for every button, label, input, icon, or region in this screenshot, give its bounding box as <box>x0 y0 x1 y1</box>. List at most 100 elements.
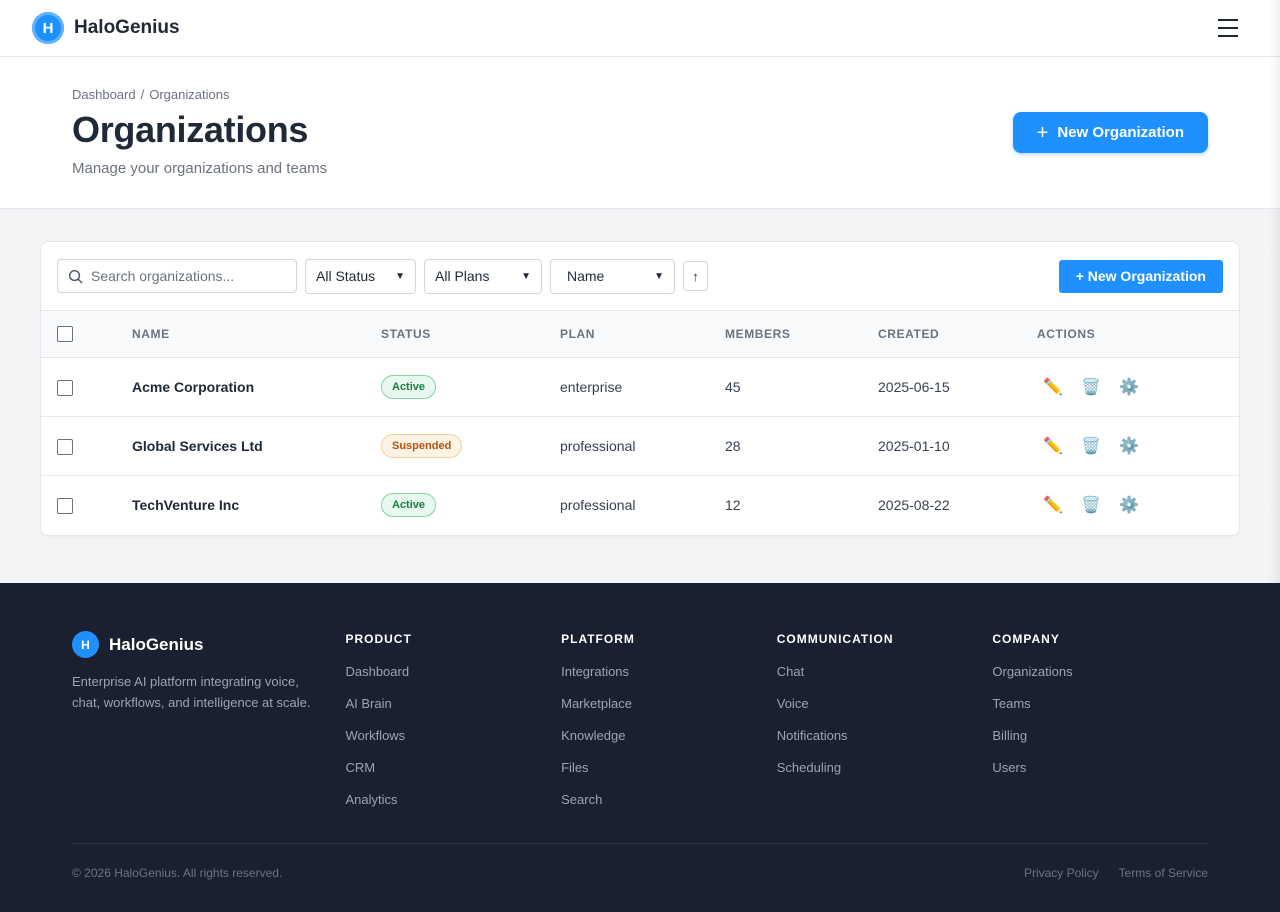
main-content: All Status ▼ All Plans ▼ Name ▼ ↑ + New … <box>0 209 1280 583</box>
breadcrumb-dashboard[interactable]: Dashboard <box>72 87 136 102</box>
footer: H HaloGenius Enterprise AI platform inte… <box>0 583 1280 912</box>
org-plan: professional <box>560 497 636 514</box>
column-header-status[interactable]: Status <box>381 311 560 358</box>
org-created: 2025-08-22 <box>878 497 950 514</box>
footer-link-files[interactable]: Files <box>561 760 777 776</box>
footer-bottom: © 2026 HaloGenius. All rights reserved. … <box>72 843 1208 880</box>
row-checkbox[interactable] <box>57 497 73 514</box>
footer-column-title: COMMUNICATION <box>776 632 894 646</box>
status-filter-select[interactable]: All Status ▼ <box>305 258 416 294</box>
sort-by-value: Name <box>567 268 605 284</box>
organizations-card: All Status ▼ All Plans ▼ Name ▼ ↑ + New … <box>40 241 1240 536</box>
org-members: 45 <box>725 379 741 395</box>
logo-icon: H <box>32 12 64 44</box>
org-members: 28 <box>725 438 741 454</box>
status-badge: Active <box>381 493 437 518</box>
plan-filter-value: All Plans <box>435 268 490 284</box>
select-all-checkbox[interactable] <box>57 326 73 342</box>
footer-link-ai-brain[interactable]: AI Brain <box>345 696 561 712</box>
breadcrumb-current: Organizations <box>149 87 230 102</box>
footer-link-voice[interactable]: Voice <box>777 696 993 712</box>
chevron-down-icon: ▼ <box>395 270 405 282</box>
footer-brand-name: HaloGenius <box>109 634 204 654</box>
footer-column-platform: PLATFORM Integrations Marketplace Knowle… <box>561 631 777 824</box>
column-header-created[interactable]: Created <box>878 311 1037 358</box>
toolbar: All Status ▼ All Plans ▼ Name ▼ ↑ + New … <box>41 242 1239 310</box>
row-checkbox[interactable] <box>57 379 73 396</box>
breadcrumb-separator: / <box>140 87 145 102</box>
status-badge: Active <box>381 375 437 399</box>
status-filter-value: All Status <box>316 268 376 284</box>
delete-icon[interactable]: 🗑️ <box>1081 495 1101 515</box>
column-header-name[interactable]: Name <box>132 311 381 358</box>
delete-icon[interactable]: 🗑️ <box>1081 436 1101 456</box>
table-row[interactable]: Global Services Ltd Suspended profession… <box>41 417 1239 476</box>
footer-link-users[interactable]: Users <box>992 760 1208 776</box>
org-name[interactable]: Acme Corporation <box>132 358 381 417</box>
footer-link-integrations[interactable]: Integrations <box>561 664 777 680</box>
org-members: 12 <box>725 497 741 514</box>
new-organization-toolbar-button[interactable]: + New Organization <box>1058 259 1223 293</box>
column-header-actions: Actions <box>1037 327 1096 341</box>
search-input[interactable] <box>91 268 271 284</box>
footer-column-title: PLATFORM <box>561 632 635 646</box>
row-actions: ✏️ 🗑️ ⚙️ <box>1037 436 1239 456</box>
footer-link-workflows[interactable]: Workflows <box>345 728 561 744</box>
footer-logo-icon: H <box>72 631 99 658</box>
footer-link-scheduling[interactable]: Scheduling <box>777 760 993 776</box>
footer-link-organizations[interactable]: Organizations <box>992 664 1208 680</box>
org-plan: professional <box>560 438 636 454</box>
legal-links: Privacy Policy Terms of Service <box>1024 866 1208 880</box>
org-name[interactable]: Global Services Ltd <box>132 417 381 476</box>
page-subtitle: Manage your organizations and teams <box>72 160 328 177</box>
footer-link-marketplace[interactable]: Marketplace <box>561 696 777 712</box>
organizations-table: Name Status Plan Members Created Actions… <box>41 310 1239 535</box>
plan-filter-select[interactable]: All Plans ▼ <box>424 258 542 294</box>
edit-icon[interactable]: ✏️ <box>1043 377 1063 397</box>
status-badge: Suspended <box>381 434 463 458</box>
top-nav: H HaloGenius <box>0 0 1280 57</box>
table-row[interactable]: Acme Corporation Active enterprise 45 20… <box>41 358 1239 417</box>
edit-icon[interactable]: ✏️ <box>1043 436 1063 456</box>
settings-icon[interactable]: ⚙️ <box>1119 377 1139 397</box>
plus-icon: + <box>1036 121 1049 144</box>
copyright: © 2026 HaloGenius. All rights reserved. <box>72 866 283 880</box>
footer-column-company: COMPANY Organizations Teams Billing User… <box>992 631 1208 824</box>
footer-link-analytics[interactable]: Analytics <box>345 792 561 808</box>
settings-icon[interactable]: ⚙️ <box>1119 495 1139 515</box>
delete-icon[interactable]: 🗑️ <box>1081 377 1101 397</box>
new-organization-header-button[interactable]: + New Organization <box>1012 112 1208 153</box>
org-created: 2025-01-10 <box>878 438 950 454</box>
footer-link-search[interactable]: Search <box>561 792 777 808</box>
footer-link-knowledge[interactable]: Knowledge <box>561 728 777 744</box>
column-header-members[interactable]: Members <box>725 311 878 358</box>
column-header-plan[interactable]: Plan <box>560 311 725 358</box>
footer-column-title: PRODUCT <box>345 632 412 646</box>
page-header: Dashboard / Organizations Organizations … <box>0 57 1280 209</box>
footer-link-chat[interactable]: Chat <box>777 664 993 680</box>
chevron-down-icon: ▼ <box>521 270 531 282</box>
footer-link-billing[interactable]: Billing <box>992 728 1208 744</box>
brand-name: HaloGenius <box>74 17 180 38</box>
new-organization-label: New Organization <box>1057 124 1184 141</box>
footer-column-product: PRODUCT Dashboard AI Brain Workflows CRM… <box>345 631 561 824</box>
sort-direction-button[interactable]: ↑ <box>683 261 708 291</box>
breadcrumb: Dashboard / Organizations <box>72 87 1208 102</box>
privacy-policy-link[interactable]: Privacy Policy <box>1024 866 1099 880</box>
edit-icon[interactable]: ✏️ <box>1043 495 1063 515</box>
search-box[interactable] <box>57 259 297 293</box>
footer-link-teams[interactable]: Teams <box>992 696 1208 712</box>
footer-link-dashboard[interactable]: Dashboard <box>345 664 561 680</box>
sort-by-select[interactable]: Name ▼ <box>550 258 675 294</box>
brand[interactable]: H HaloGenius <box>32 12 180 44</box>
footer-link-crm[interactable]: CRM <box>345 760 561 776</box>
org-name[interactable]: TechVenture Inc <box>132 476 381 535</box>
table-row[interactable]: TechVenture Inc Active professional 12 2… <box>41 476 1239 535</box>
hamburger-menu-icon[interactable] <box>1208 8 1248 48</box>
footer-link-notifications[interactable]: Notifications <box>777 728 993 744</box>
row-checkbox[interactable] <box>57 438 73 455</box>
footer-column-communication: COMMUNICATION Chat Voice Notifications S… <box>777 631 993 824</box>
search-icon <box>68 269 83 283</box>
settings-icon[interactable]: ⚙️ <box>1119 436 1139 456</box>
terms-of-service-link[interactable]: Terms of Service <box>1119 866 1208 880</box>
